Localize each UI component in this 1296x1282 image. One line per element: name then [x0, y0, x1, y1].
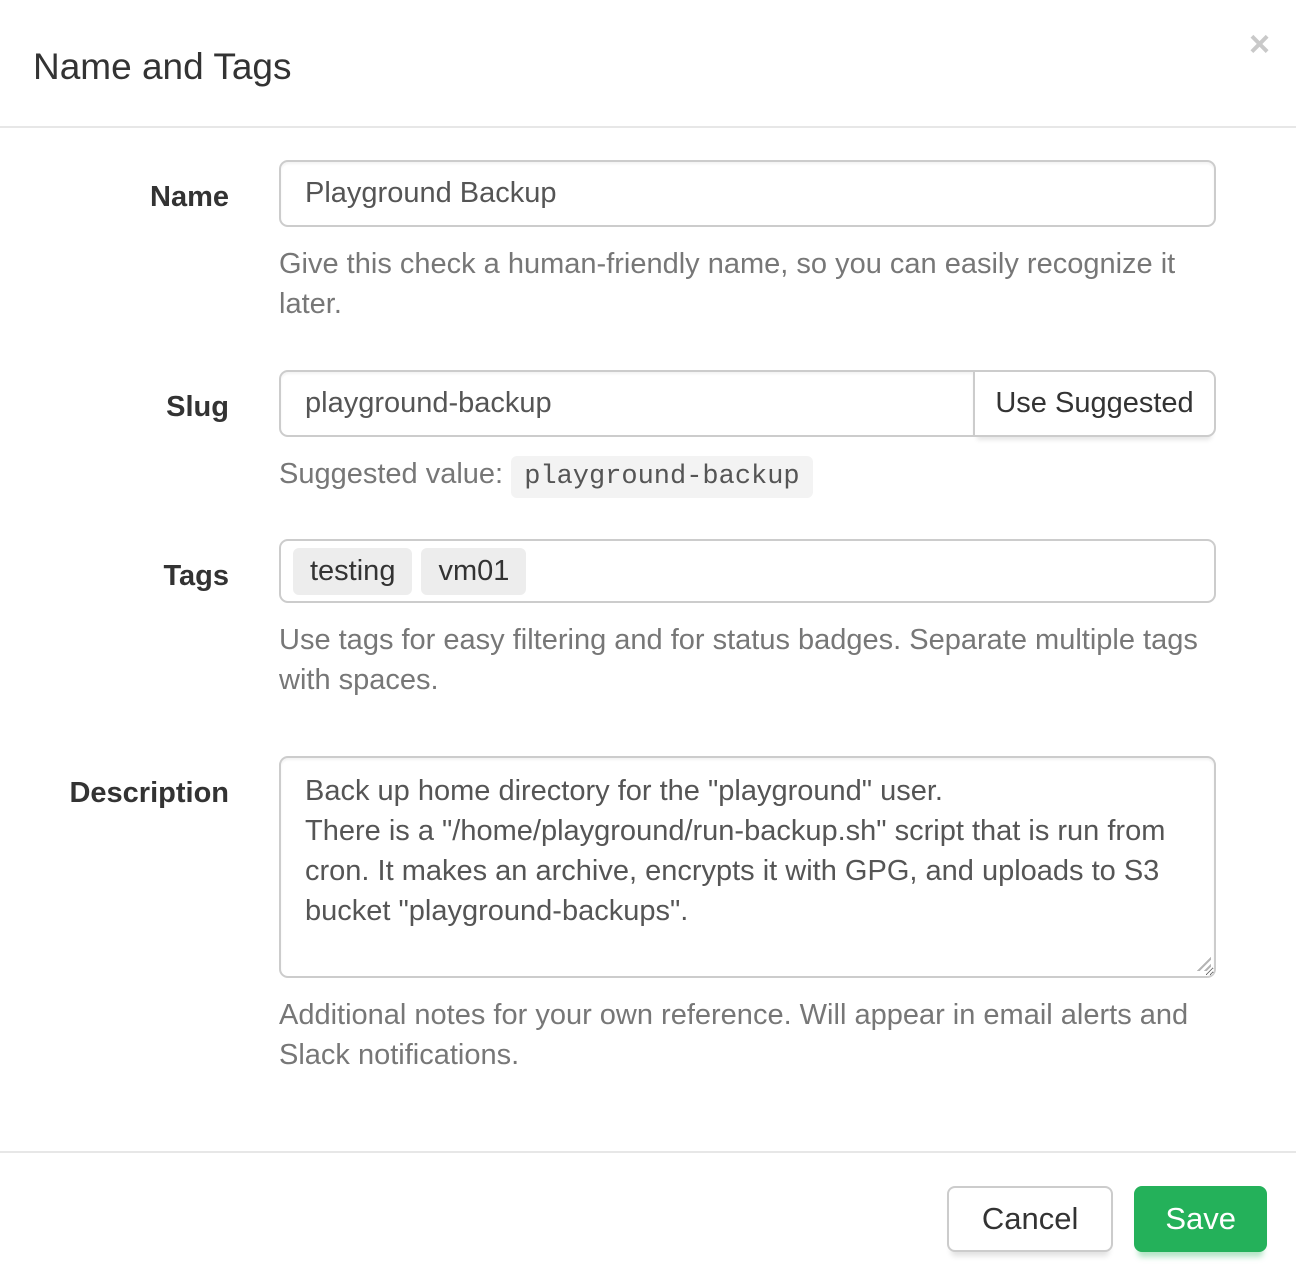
dialog-body: Name Give this check a human-friendly na… [0, 128, 1296, 1151]
dialog-title: Name and Tags [33, 46, 1263, 88]
description-form-row: Description Back up home directory for t… [0, 756, 1216, 1075]
description-help-text: Additional notes for your own reference.… [279, 995, 1216, 1075]
use-suggested-button[interactable]: Use Suggested [973, 370, 1216, 437]
tags-label: Tags [0, 539, 279, 593]
description-textarea[interactable]: Back up home directory for the "playgrou… [279, 756, 1216, 978]
cancel-button[interactable]: Cancel [947, 1186, 1114, 1252]
close-icon[interactable]: × [1249, 26, 1270, 62]
slug-input[interactable] [279, 370, 975, 437]
save-button[interactable]: Save [1134, 1186, 1267, 1252]
name-form-row: Name Give this check a human-friendly na… [0, 160, 1216, 324]
description-label: Description [0, 756, 279, 810]
name-label: Name [0, 160, 279, 214]
slug-help-text: Suggested value: playground-backup [279, 454, 1216, 497]
tag-chip[interactable]: testing [293, 548, 412, 595]
dialog-footer: Cancel Save [0, 1151, 1296, 1282]
tags-form-row: Tags testing vm01 Use tags for easy filt… [0, 539, 1216, 700]
name-and-tags-dialog: Name and Tags × Name Give this check a h… [0, 0, 1296, 1282]
tag-chip[interactable]: vm01 [421, 548, 526, 595]
suggested-value-code: playground-backup [511, 456, 812, 498]
slug-form-row: Slug Use Suggested Suggested value: play… [0, 370, 1216, 497]
name-input[interactable] [279, 160, 1216, 227]
tags-help-text: Use tags for easy filtering and for stat… [279, 620, 1216, 700]
tags-input[interactable]: testing vm01 [279, 539, 1216, 603]
dialog-header: Name and Tags × [0, 0, 1296, 128]
name-help-text: Give this check a human-friendly name, s… [279, 244, 1216, 324]
slug-label: Slug [0, 370, 279, 424]
suggested-value-prefix: Suggested value: [279, 458, 503, 490]
